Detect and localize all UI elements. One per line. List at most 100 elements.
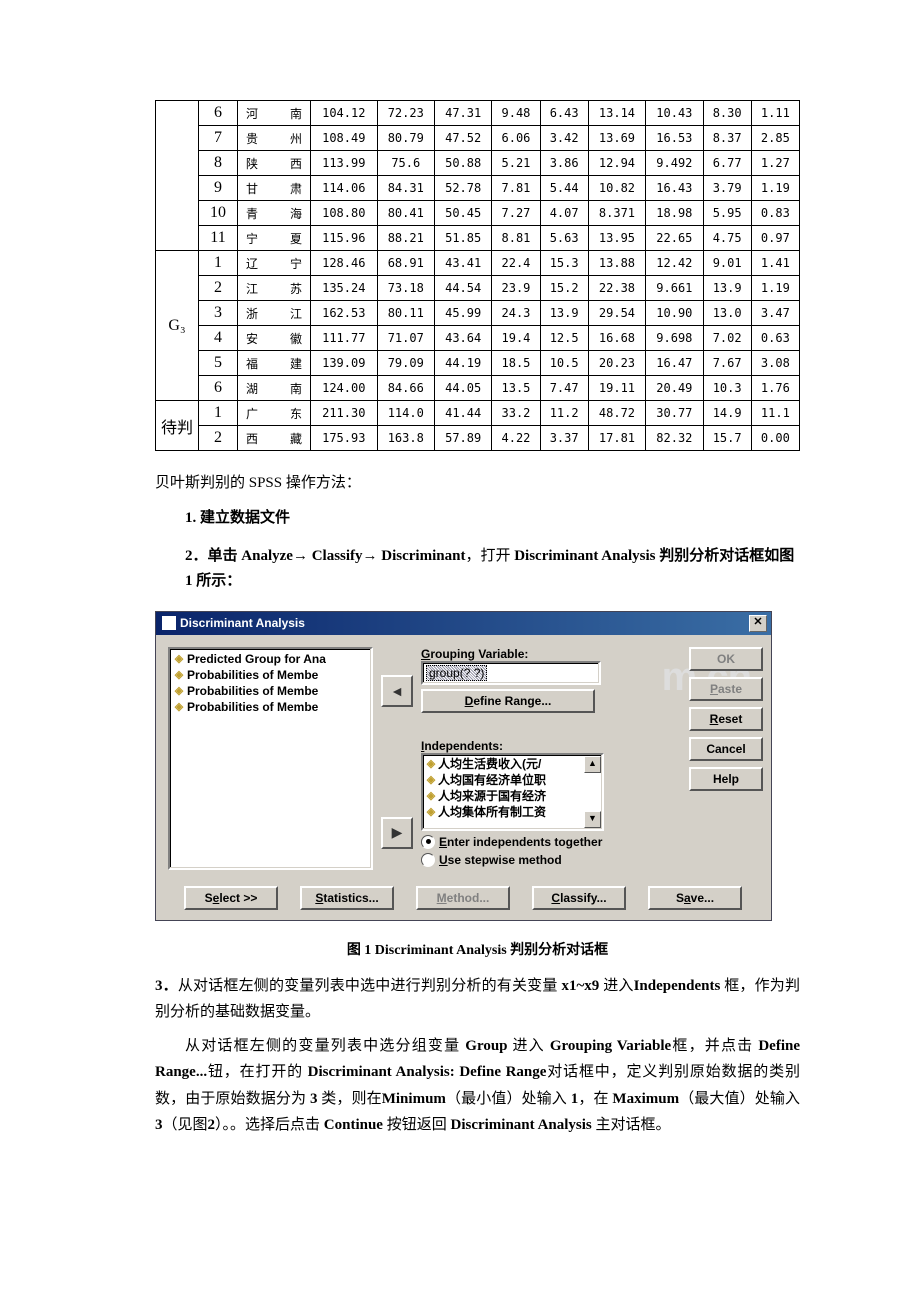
value-cell: 1.41 [751, 251, 799, 276]
province-cell: 宁 夏 [238, 226, 311, 251]
source-list-item[interactable]: ◈Probabilities of Membe [173, 699, 368, 715]
cancel-button[interactable]: Cancel [689, 737, 763, 761]
province-cell: 安 徽 [238, 326, 311, 351]
paste-button[interactable]: Paste [689, 677, 763, 701]
row-index: 6 [199, 101, 238, 126]
value-cell: 13.69 [588, 126, 645, 151]
province-cell: 辽 宁 [238, 251, 311, 276]
arrow-2: → [363, 548, 382, 564]
value-cell: 9.01 [703, 251, 751, 276]
value-cell: 1.27 [751, 151, 799, 176]
value-cell: 72.23 [377, 101, 434, 126]
step2-classify: Classify [312, 548, 363, 564]
value-cell: 3.79 [703, 176, 751, 201]
value-cell: 13.88 [588, 251, 645, 276]
value-cell: 16.68 [588, 326, 645, 351]
diamond-icon: ◈ [425, 788, 437, 804]
scroll-up-icon[interactable]: ▲ [584, 756, 601, 773]
value-cell: 19.11 [588, 376, 645, 401]
group-label: G₃ [156, 251, 199, 401]
value-cell: 24.3 [492, 301, 540, 326]
help-button[interactable]: Help [689, 767, 763, 791]
province-cell: 河 南 [238, 101, 311, 126]
province-cell: 青 海 [238, 201, 311, 226]
step2-analyze: Analyze [241, 548, 293, 564]
select-button[interactable]: Select >> [184, 886, 278, 910]
classify-button[interactable]: Classify... [532, 886, 626, 910]
value-cell: 139.09 [311, 351, 378, 376]
value-cell: 15.3 [540, 251, 588, 276]
value-cell: 0.83 [751, 201, 799, 226]
close-button[interactable]: ✕ [749, 615, 767, 632]
independent-list-item[interactable]: ◈人均国有经济单位职 [425, 772, 600, 788]
value-cell: 9.48 [492, 101, 540, 126]
value-cell: 50.88 [434, 151, 491, 176]
define-range-button[interactable]: Define Range... [421, 689, 595, 713]
dialog-bottom-buttons: Select >> Statistics... Method... Classi… [168, 886, 759, 910]
source-list-item[interactable]: ◈Predicted Group for Ana [173, 651, 368, 667]
value-cell: 84.31 [377, 176, 434, 201]
value-cell: 4.07 [540, 201, 588, 226]
row-index: 7 [199, 126, 238, 151]
diamond-icon: ◈ [173, 651, 185, 667]
save-button[interactable]: Save... [648, 886, 742, 910]
value-cell: 1.19 [751, 276, 799, 301]
independent-list-item[interactable]: ◈人均集体所有制工资 [425, 804, 600, 820]
ok-button[interactable]: OK [689, 647, 763, 671]
statistics-button[interactable]: Statistics... [300, 886, 394, 910]
value-cell: 115.96 [311, 226, 378, 251]
independent-list-item[interactable]: ◈人均生活费收入(元/ [425, 756, 600, 772]
grouping-value: group(? ?) [426, 665, 487, 681]
value-cell: 8.37 [703, 126, 751, 151]
reset-button[interactable]: Reset [689, 707, 763, 731]
value-cell: 48.72 [588, 401, 645, 426]
source-variable-list[interactable]: ◈Predicted Group for Ana◈Probabilities o… [168, 647, 373, 870]
source-list-item[interactable]: ◈Probabilities of Membe [173, 667, 368, 683]
province-cell: 西 藏 [238, 426, 311, 451]
value-cell: 108.80 [311, 201, 378, 226]
value-cell: 10.3 [703, 376, 751, 401]
independents-list[interactable]: ▲ ▼ ◈人均生活费收入(元/◈人均国有经济单位职◈人均来源于国有经济◈人均集体… [421, 753, 604, 831]
value-cell: 3.86 [540, 151, 588, 176]
row-index: 6 [199, 376, 238, 401]
value-cell: 108.49 [311, 126, 378, 151]
independent-list-item[interactable]: ◈人均来源于国有经济 [425, 788, 600, 804]
step2-da: Discriminant Analysis [514, 548, 659, 564]
value-cell: 79.09 [377, 351, 434, 376]
value-cell: 10.43 [646, 101, 703, 126]
value-cell: 5.21 [492, 151, 540, 176]
move-to-grouping-button[interactable]: ◄ [381, 675, 413, 707]
value-cell: 3.47 [751, 301, 799, 326]
value-cell: 20.23 [588, 351, 645, 376]
diamond-icon: ◈ [173, 683, 185, 699]
value-cell: 0.00 [751, 426, 799, 451]
value-cell: 3.08 [751, 351, 799, 376]
value-cell: 30.77 [646, 401, 703, 426]
grouping-variable-input[interactable]: group(? ?) [421, 661, 601, 685]
value-cell: 1.19 [751, 176, 799, 201]
value-cell: 44.54 [434, 276, 491, 301]
province-cell: 陕 西 [238, 151, 311, 176]
value-cell: 9.698 [646, 326, 703, 351]
value-cell: 1.11 [751, 101, 799, 126]
method-button[interactable]: Method... [416, 886, 510, 910]
step2-tail: ，打开 [465, 548, 514, 564]
value-cell: 13.9 [703, 276, 751, 301]
source-list-item[interactable]: ◈Probabilities of Membe [173, 683, 368, 699]
value-cell: 10.90 [646, 301, 703, 326]
value-cell: 15.2 [540, 276, 588, 301]
paragraph-2: 从对话框左侧的变量列表中选分组变量 Group 进入 Grouping Vari… [155, 1033, 800, 1138]
diamond-icon: ◈ [173, 667, 185, 683]
row-index: 9 [199, 176, 238, 201]
value-cell: 29.54 [588, 301, 645, 326]
scroll-down-icon[interactable]: ▼ [584, 811, 601, 828]
value-cell: 104.12 [311, 101, 378, 126]
value-cell: 211.30 [311, 401, 378, 426]
value-cell: 23.9 [492, 276, 540, 301]
move-to-independents-button[interactable]: ▶ [381, 817, 413, 849]
value-cell: 12.42 [646, 251, 703, 276]
value-cell: 0.63 [751, 326, 799, 351]
stepwise-radio[interactable]: Use stepwise method [421, 853, 759, 867]
value-cell: 3.37 [540, 426, 588, 451]
enter-together-radio[interactable]: Enter independents together [421, 835, 759, 849]
